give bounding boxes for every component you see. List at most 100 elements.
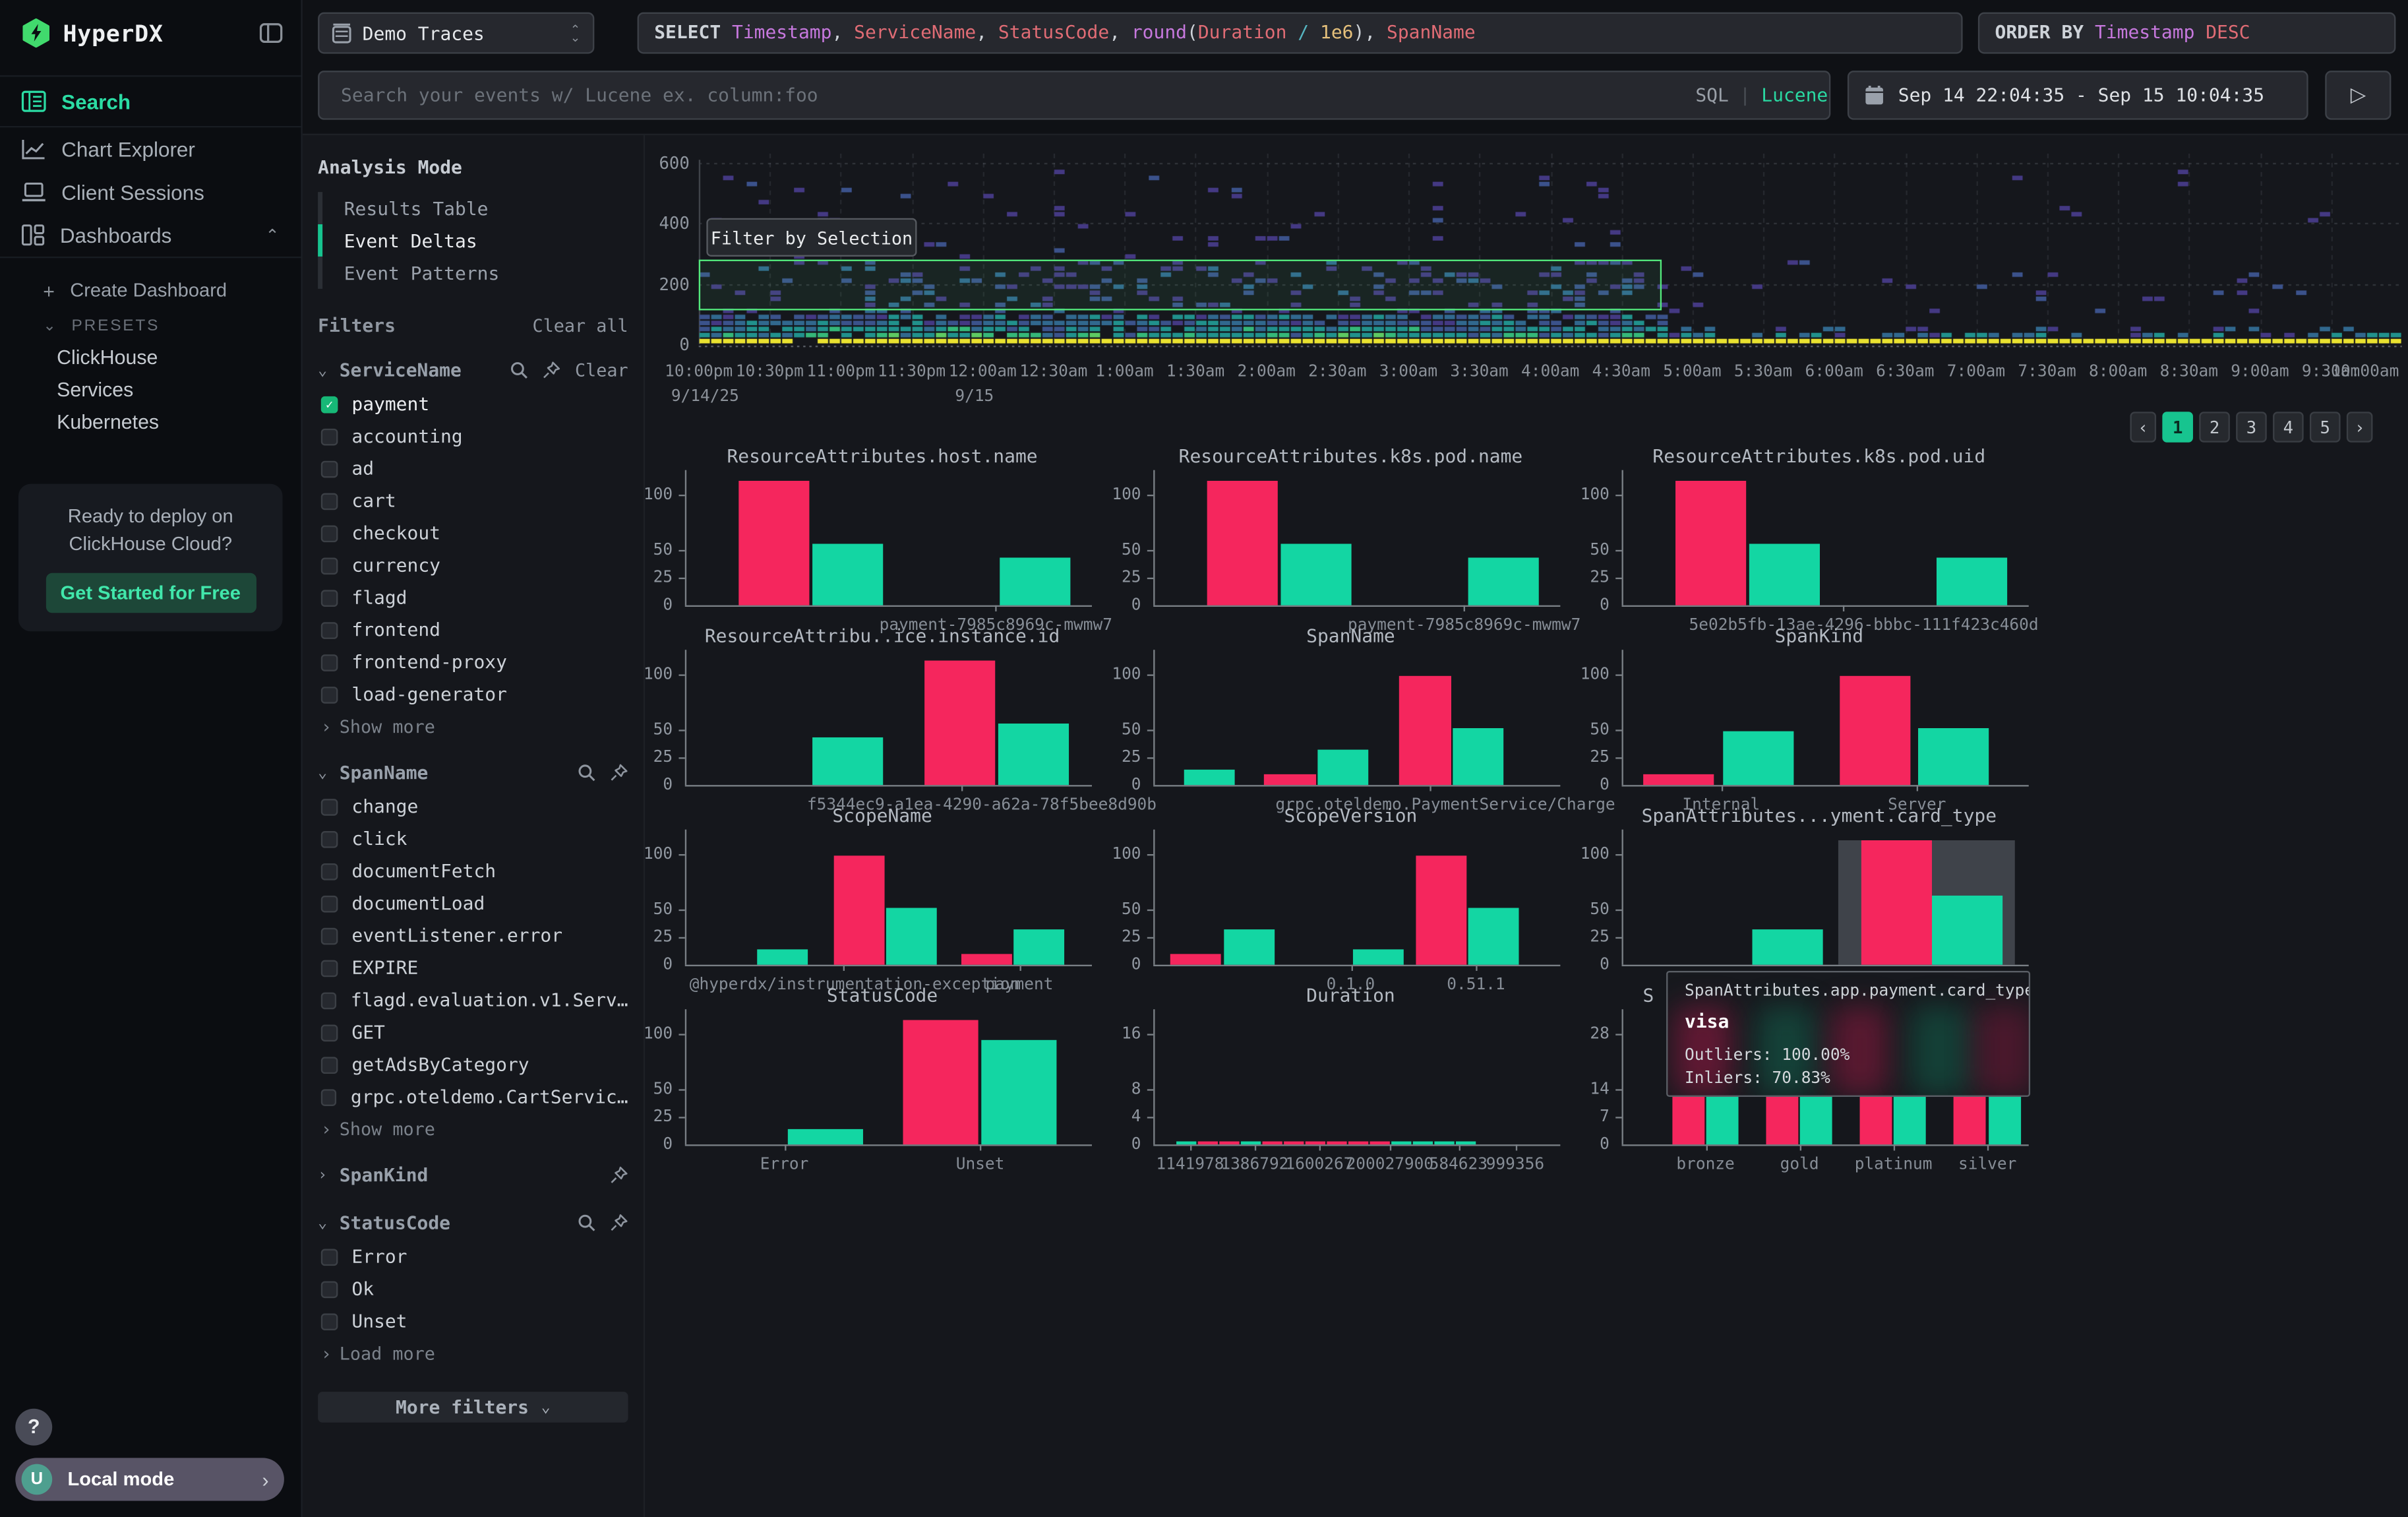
bar-green[interactable]: [1706, 1095, 1739, 1144]
sidebar-item-client-sessions[interactable]: Client Sessions: [0, 171, 301, 214]
search-icon[interactable]: [510, 361, 529, 379]
bar-green[interactable]: [1352, 949, 1403, 964]
page-button-3[interactable]: 3: [2236, 412, 2267, 443]
filter-checkbox[interactable]: [321, 460, 338, 478]
bar-green[interactable]: [1724, 732, 1794, 785]
bar-green[interactable]: [1800, 1095, 1832, 1144]
clear-filter-button[interactable]: Clear: [575, 359, 628, 381]
page-button-1[interactable]: 1: [2162, 412, 2193, 443]
bar-pink[interactable]: [1415, 856, 1466, 964]
bar-pink[interactable]: [924, 661, 995, 785]
search-icon[interactable]: [578, 1214, 596, 1232]
bar-pink[interactable]: [1284, 1142, 1304, 1144]
filter-item-documentfetch[interactable]: documentFetch: [318, 859, 628, 883]
filter-checkbox[interactable]: [321, 1056, 338, 1073]
source-select[interactable]: Demo Traces ⌃⌄: [318, 13, 594, 54]
sidebar-item-kubernetes[interactable]: Kubernetes: [0, 406, 301, 438]
filter-checkbox[interactable]: [321, 524, 338, 542]
bar-green[interactable]: [1317, 749, 1368, 785]
filter-checkbox[interactable]: [321, 830, 338, 848]
bar-pink[interactable]: [1198, 1142, 1218, 1144]
bar-green[interactable]: [982, 1039, 1056, 1144]
bar-green[interactable]: [1184, 770, 1235, 785]
filter-checkbox[interactable]: [321, 557, 338, 574]
filter-item-frontend-proxy[interactable]: frontend-proxy: [318, 650, 628, 674]
get-started-button[interactable]: Get Started for Free: [45, 573, 256, 613]
filter-item-checkout[interactable]: checkout: [318, 521, 628, 545]
sql-select-editor[interactable]: SELECT Timestamp, ServiceName, StatusCod…: [638, 13, 1963, 54]
bar-green[interactable]: [1280, 544, 1351, 605]
bar-pink[interactable]: [1306, 1141, 1325, 1144]
filter-item-cart[interactable]: cart: [318, 489, 628, 513]
bar-pink[interactable]: [1348, 1141, 1368, 1144]
filter-checkbox[interactable]: [321, 589, 338, 606]
filter-item-ok[interactable]: Ok: [318, 1276, 628, 1301]
bar-pink[interactable]: [1766, 1097, 1798, 1144]
filter-checkbox[interactable]: [321, 492, 338, 509]
bar-pink[interactable]: [1219, 1141, 1239, 1144]
bar-pink[interactable]: [1170, 954, 1221, 965]
bar-pink[interactable]: [1265, 774, 1315, 785]
filter-checkbox[interactable]: [321, 1313, 338, 1330]
filter-group-header-statuscode[interactable]: ⌄StatusCode: [318, 1209, 628, 1237]
filter-checkbox[interactable]: [321, 1280, 338, 1297]
next-page-button[interactable]: ›: [2347, 412, 2373, 443]
sql-toggle[interactable]: SQL: [1695, 84, 1729, 106]
filter-item-unset[interactable]: Unset: [318, 1309, 628, 1333]
page-button-4[interactable]: 4: [2273, 412, 2304, 443]
filter-item-documentload[interactable]: documentLoad: [318, 891, 628, 915]
filter-checkbox[interactable]: ✓: [321, 396, 338, 413]
bar-green[interactable]: [1933, 896, 2003, 965]
order-by-editor[interactable]: ORDER BY Timestamp DESC: [1978, 13, 2396, 54]
bar-green[interactable]: [1919, 728, 1989, 785]
filter-checkbox[interactable]: [321, 1088, 337, 1105]
filter-item-currency[interactable]: currency: [318, 553, 628, 577]
filter-item-flagd-evaluation-v1-serv-[interactable]: flagd.evaluation.v1.Serv…: [318, 988, 628, 1012]
bar-green[interactable]: [1988, 1095, 2020, 1144]
filter-checkbox[interactable]: [321, 621, 338, 638]
events-heatmap[interactable]: [699, 154, 2402, 350]
filter-item-accounting[interactable]: accounting: [318, 424, 628, 449]
previous-page-button[interactable]: ‹: [2130, 412, 2156, 443]
heatmap-selection[interactable]: [699, 259, 1661, 311]
bar-pink[interactable]: [1671, 1097, 1704, 1144]
filter-item-getadsbycategory[interactable]: getAdsByCategory: [318, 1052, 628, 1076]
show-more-button[interactable]: ›Show more: [318, 714, 628, 739]
filter-checkbox[interactable]: [321, 686, 338, 703]
bar-green[interactable]: [1223, 929, 1274, 965]
filter-checkbox[interactable]: [321, 1024, 338, 1041]
filter-group-header-spanname[interactable]: ⌄SpanName: [318, 759, 628, 787]
language-toggle[interactable]: SQL | Lucene: [1695, 81, 1828, 109]
bar-pink[interactable]: [738, 481, 809, 605]
create-dashboard-button[interactable]: + Create Dashboard: [0, 270, 301, 311]
page-button-2[interactable]: 2: [2199, 412, 2230, 443]
bar-green[interactable]: [1937, 558, 2007, 605]
bar-green[interactable]: [1468, 558, 1539, 605]
presets-toggle[interactable]: ⌄ PRESETS: [0, 310, 301, 341]
filter-item-error[interactable]: Error: [318, 1245, 628, 1269]
analysis-mode-results-table[interactable]: Results Table: [318, 192, 628, 224]
bar-pink[interactable]: [1400, 677, 1451, 785]
sidebar-item-clickhouse[interactable]: ClickHouse: [0, 341, 301, 373]
filter-item-flagd[interactable]: flagd: [318, 585, 628, 609]
filter-checkbox[interactable]: [321, 1248, 338, 1265]
filter-item-expire[interactable]: EXPIRE: [318, 956, 628, 980]
bar-pink[interactable]: [1327, 1142, 1347, 1144]
bar-green[interactable]: [1241, 1142, 1261, 1144]
show-more-button[interactable]: ›Load more: [318, 1341, 628, 1365]
sidebar-item-search[interactable]: Search: [0, 75, 301, 127]
chevron-up-icon[interactable]: ⌃: [265, 225, 279, 245]
filter-item-load-generator[interactable]: load-generator: [318, 682, 628, 706]
analysis-mode-event-deltas[interactable]: Event Deltas: [318, 224, 628, 257]
filter-checkbox[interactable]: [321, 654, 338, 671]
bar-pink[interactable]: [1643, 774, 1714, 785]
filter-item-ad[interactable]: ad: [318, 456, 628, 481]
filter-item-eventlistener-error[interactable]: eventListener.error: [318, 923, 628, 948]
pin-icon[interactable]: [610, 1214, 628, 1232]
filter-item-get[interactable]: GET: [318, 1020, 628, 1045]
filter-group-header-servicename[interactable]: ⌄ServiceNameClear: [318, 356, 628, 384]
bar-green[interactable]: [1176, 1141, 1196, 1144]
bar-green[interactable]: [886, 907, 937, 964]
filter-item-grpc-oteldemo-cartservic-[interactable]: grpc.oteldemo.CartServic…: [318, 1084, 628, 1109]
filter-checkbox[interactable]: [321, 895, 338, 912]
